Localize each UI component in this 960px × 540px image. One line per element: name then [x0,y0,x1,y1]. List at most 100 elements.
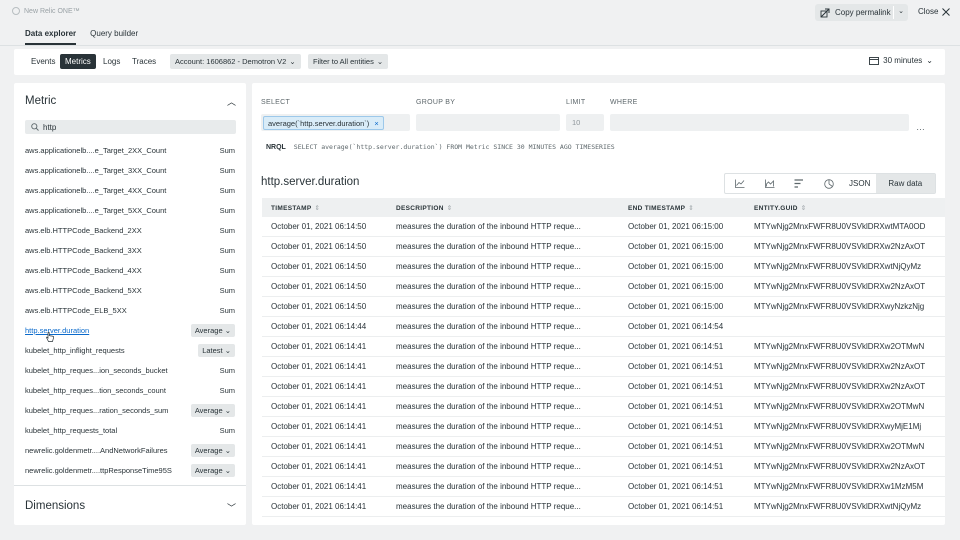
metric-item[interactable]: kubelet_http_reques...tion_seconds_count… [14,380,246,400]
table-cell: MTYwNjg2MnxFWFR8U0VSVklDRXwtNjQyMz [754,262,922,271]
metric-panel-title: Metric [25,95,57,107]
data-type-events[interactable]: Events [26,54,60,69]
metric-item[interactable]: aws.elb.HTTPCode_Backend_5XX Sum [14,280,246,300]
metric-item[interactable]: newrelic.goldenmetr....ttpResponseTime95… [14,460,246,480]
metric-item[interactable]: aws.applicationelb....e_Target_4XX_Count… [14,180,246,200]
tab-query-builder[interactable]: Query builder [90,29,138,45]
metric-item[interactable]: kubelet_http_requests_total Sum [14,420,246,440]
table-row[interactable]: October 01, 2021 06:14:50 measures the du… [262,257,945,277]
aggregation-label: Sum [219,245,235,255]
table-cell: measures the duration of the inbound HTT… [396,382,581,391]
table-cell: MTYwNjg2MnxFWFR8U0VSVklDRXw1MzM5M [754,482,924,491]
remove-chip-icon[interactable]: × [374,119,378,128]
table-row[interactable]: October 01, 2021 06:14:41 measures the du… [262,377,945,397]
account-label: Account: 1606862 - Demotron V2 [175,57,287,66]
table-row[interactable]: October 01, 2021 06:14:41 measures the du… [262,437,945,457]
table-row[interactable]: October 01, 2021 06:14:50 measures the du… [262,297,945,317]
table-row[interactable]: October 01, 2021 06:14:50 measures the du… [262,277,945,297]
table-row[interactable]: October 01, 2021 06:14:50 measures the du… [262,217,945,237]
close-icon [942,7,951,16]
table-cell: October 01, 2021 06:14:41 [271,482,367,491]
data-type-metrics[interactable]: Metrics [60,54,96,69]
aggregation-label: Sum [219,205,235,215]
pie-chart-view-button[interactable] [814,174,844,193]
table-cell: MTYwNjg2MnxFWFR8U0VSVklDRXw2NzAxOT [754,462,926,471]
column-header-entity-guid[interactable]: ENTITY.GUID ⇕ [745,204,945,212]
table-cell: October 01, 2021 06:14:50 [271,262,367,271]
table-cell: measures the duration of the inbound HTT… [396,242,581,251]
metric-search [25,120,236,134]
table-cell: October 01, 2021 06:14:41 [271,502,367,511]
chevron-down-icon[interactable]: ⌄ [898,7,904,15]
column-header-timestamp[interactable]: TIMESTAMP ⇕ [262,204,387,212]
entity-filter[interactable]: Filter to All entities ⌄ [308,54,389,69]
query-results-panel: SELECT GROUP BY LIMIT WHERE average(`htt… [252,83,945,525]
aggregation-dropdown[interactable]: Average ⌄ [190,463,235,477]
copy-permalink-button[interactable]: Copy permalink ⌄ [815,4,908,21]
table-row[interactable]: October 01, 2021 06:14:44 measures the du… [262,317,945,337]
close-button[interactable]: Close [918,7,951,16]
aggregation-dropdown[interactable]: Average ⌄ [190,403,235,417]
chevron-up-icon[interactable]: ︿ [227,95,236,108]
aggregation-dropdown[interactable]: Average ⌄ [190,323,235,337]
chevron-down-icon: ⌄ [222,445,231,455]
table-row[interactable]: October 01, 2021 06:14:41 measures the du… [262,417,945,437]
metric-item[interactable]: kubelet_http_reques...ion_seconds_bucket… [14,360,246,380]
select-chip[interactable]: average(`http.server.duration`) × [263,116,384,130]
aggregation-label: Sum [219,145,235,155]
table-cell: October 01, 2021 06:14:51 [628,442,724,451]
data-type-logs[interactable]: Logs [98,54,125,69]
aggregation-dropdown[interactable]: Average ⌄ [190,443,235,457]
metric-name: kubelet_http_reques...tion_seconds_count [25,385,166,395]
table-cell: MTYwNjg2MnxFWFR8U0VSVklDRXwtNjQyMz [754,502,922,511]
aggregation-label: Sum [219,425,235,435]
top-bar: New Relic ONE™ Copy permalink ⌄ Close [0,0,960,24]
table-row[interactable]: October 01, 2021 06:14:41 measures the du… [262,477,945,497]
group-by-field[interactable] [416,114,560,131]
line-chart-view-button[interactable] [725,174,755,193]
metric-item[interactable]: aws.elb.HTTPCode_Backend_3XX Sum [14,240,246,260]
time-picker[interactable]: 30 minutes ⌄ [869,56,933,65]
table-row[interactable]: October 01, 2021 06:14:41 measures the du… [262,457,945,477]
column-header-end-timestamp[interactable]: END TIMESTAMP ⇕ [619,204,745,212]
raw-data-view-button[interactable]: Raw data [875,174,936,193]
table-row[interactable]: October 01, 2021 06:14:41 measures the du… [262,357,945,377]
more-options-icon[interactable]: … [916,122,925,132]
metric-name: aws.elb.HTTPCode_Backend_2XX [25,225,142,235]
column-header-description[interactable]: DESCRIPTION ⇕ [387,204,619,212]
table-row[interactable]: October 01, 2021 06:14:41 measures the du… [262,497,945,517]
aggregation-label: Sum [219,365,235,375]
metric-name: kubelet_http_requests_total [25,425,118,435]
bar-chart-view-button[interactable] [784,174,814,193]
json-view-button[interactable]: JSON [844,174,876,193]
where-field[interactable] [610,114,909,131]
table-cell: October 01, 2021 06:15:00 [628,302,724,311]
table-cell: MTYwNjg2MnxFWFR8U0VSVklDRXw2OTMwN [754,402,925,411]
account-selector[interactable]: Account: 1606862 - Demotron V2 ⌄ [170,54,301,69]
metric-item[interactable]: aws.elb.HTTPCode_ELB_5XX Sum [14,300,246,320]
data-type-traces[interactable]: Traces [127,54,161,69]
tab-data-explorer[interactable]: Data explorer [25,29,77,45]
metric-item[interactable]: kubelet_http_reques...ration_seconds_sum… [14,400,246,420]
metric-search-input[interactable] [43,122,223,132]
metric-item[interactable]: aws.applicationelb....e_Target_3XX_Count… [14,160,246,180]
metric-name: aws.applicationelb....e_Target_4XX_Count [25,185,167,195]
area-chart-view-button[interactable] [755,174,785,193]
metric-name: aws.elb.HTTPCode_ELB_5XX [25,305,127,315]
table-row[interactable]: October 01, 2021 06:14:50 measures the du… [262,237,945,257]
table-row[interactable]: October 01, 2021 06:14:41 measures the du… [262,337,945,357]
table-cell: MTYwNjg2MnxFWFR8U0VSVklDRXwtMTA0OD [754,222,926,231]
aggregation-dropdown[interactable]: Latest ⌄ [198,343,235,357]
metric-item[interactable]: aws.elb.HTTPCode_Backend_4XX Sum [14,260,246,280]
metric-item[interactable]: newrelic.goldenmetr....AndNetworkFailure… [14,440,246,460]
table-row[interactable]: October 01, 2021 06:14:41 measures the du… [262,397,945,417]
table-cell: October 01, 2021 06:14:44 [271,322,367,331]
metric-name: aws.elb.HTTPCode_Backend_5XX [25,285,142,295]
chevron-down-icon[interactable]: ﹀ [227,501,236,514]
limit-value: 10 [572,118,581,127]
dimensions-section[interactable]: Dimensions ﹀ [14,485,246,525]
results-table: TIMESTAMP ⇕ DESCRIPTION ⇕ END TIMESTAMP ⇕ E… [262,198,945,517]
metric-item[interactable]: aws.applicationelb....e_Target_2XX_Count… [14,140,246,160]
metric-item[interactable]: aws.elb.HTTPCode_Backend_2XX Sum [14,220,246,240]
metric-item[interactable]: aws.applicationelb....e_Target_5XX_Count… [14,200,246,220]
